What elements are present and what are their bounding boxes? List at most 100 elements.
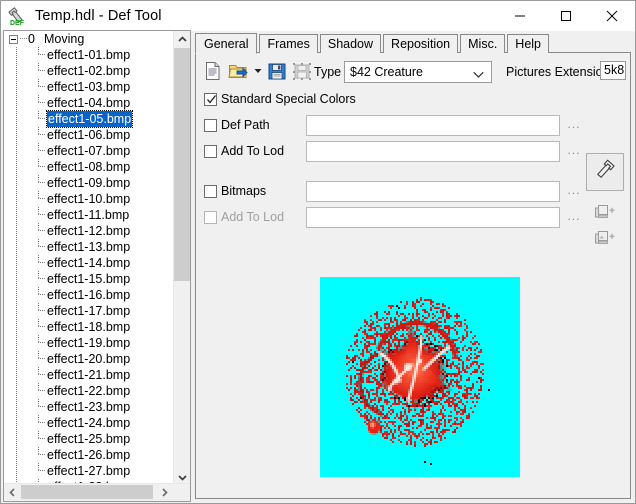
tree-item-label: effect1-07.bmp [47, 144, 131, 158]
svg-text:DEF: DEF [10, 20, 25, 27]
tree-guide-line [38, 166, 46, 167]
tab-general[interactable]: General [195, 33, 258, 54]
tree-item[interactable]: effect1-10.bmp [4, 191, 174, 207]
tree-item-label: effect1-25.bmp [47, 432, 131, 446]
tree-item[interactable]: effect1-20.bmp [4, 351, 174, 367]
tree-item[interactable]: effect1-03.bmp [4, 79, 174, 95]
tree-vertical-scroll-thumb[interactable] [174, 48, 190, 281]
tab-misc[interactable]: Misc. [460, 34, 506, 53]
tree-item[interactable]: effect1-19.bmp [4, 335, 174, 351]
tab-reposition[interactable]: Reposition [383, 34, 459, 53]
tree-item[interactable]: effect1-12.bmp [4, 223, 174, 239]
tree-item[interactable]: effect1-13.bmp [4, 239, 174, 255]
def-path-browse-button[interactable]: ... [566, 118, 582, 135]
tree-guide-line [38, 54, 46, 55]
tree-item[interactable]: effect1-08.bmp [4, 159, 174, 175]
tree-root-number: 0 [28, 32, 35, 46]
tree-item[interactable]: effect1-02.bmp [4, 63, 174, 79]
tree-guide-line [38, 438, 46, 439]
tab-frames[interactable]: Frames [259, 34, 318, 53]
tree-guide-line [16, 415, 17, 431]
tree-guide-line [38, 310, 46, 311]
open-dropdown-arrow-icon[interactable] [252, 60, 263, 82]
chevron-down-icon [473, 68, 484, 82]
tree-item[interactable]: effect1-05.bmp [4, 110, 174, 128]
tree-guide-line [38, 326, 46, 327]
tab-strip: General Frames Shadow Reposition Misc. Help [195, 32, 551, 54]
tree-item[interactable]: effect1-27.bmp [4, 463, 174, 479]
tree-item[interactable]: effect1-26.bmp [4, 447, 174, 463]
tree-guide-line [16, 271, 17, 287]
add-to-lod-checkbox-1[interactable] [204, 145, 217, 158]
tree-guide-line [16, 159, 17, 175]
scroll-left-icon[interactable] [4, 484, 21, 500]
tree-guide-line [38, 278, 46, 279]
tree-guide-line [38, 134, 46, 135]
add-image-secondary-icon [594, 230, 616, 255]
maximize-button[interactable] [543, 1, 589, 31]
tree-item[interactable]: effect1-22.bmp [4, 383, 174, 399]
minimize-button[interactable] [497, 1, 543, 31]
add-image-button-2[interactable] [592, 230, 618, 255]
save-as-icon[interactable] [291, 60, 313, 82]
tree-root-item[interactable]: 0 Moving [4, 31, 174, 47]
tree-horizontal-scroll-thumb[interactable] [21, 485, 153, 499]
tree-item-label: effect1-13.bmp [47, 240, 131, 254]
add-to-lod-input-1[interactable] [306, 141, 560, 162]
save-icon[interactable] [266, 60, 288, 82]
tree-guide-line [16, 239, 17, 255]
tree-guide-line [38, 406, 46, 407]
add-image-button-1[interactable] [592, 204, 618, 229]
tree-item[interactable]: effect1-01.bmp [4, 47, 174, 63]
tab-help[interactable]: Help [507, 34, 550, 53]
wrench-tool-button[interactable] [586, 153, 624, 191]
frame-tree-list[interactable]: 0 Moving effect1-01.bmp effect1-02.bmp effec… [4, 31, 174, 486]
tree-vertical-scrollbar[interactable] [173, 31, 190, 486]
close-button[interactable] [589, 1, 635, 31]
tree-item[interactable]: effect1-17.bmp [4, 303, 174, 319]
add-to-lod-browse-button-2[interactable]: ... [566, 210, 582, 227]
tree-item-label: effect1-04.bmp [47, 96, 131, 110]
tree-horizontal-scrollbar[interactable] [4, 483, 190, 501]
tree-item[interactable]: effect1-07.bmp [4, 143, 174, 159]
tree-item[interactable]: effect1-11.bmp [4, 207, 174, 223]
tab-shadow[interactable]: Shadow [319, 34, 382, 53]
bitmaps-input[interactable] [306, 181, 560, 202]
frame-tree-panel[interactable]: 0 Moving effect1-01.bmp effect1-02.bmp effec… [3, 30, 191, 502]
new-document-icon[interactable] [202, 60, 224, 82]
pictures-extension-input[interactable]: 5k8 [600, 61, 626, 80]
tree-item[interactable]: effect1-24.bmp [4, 415, 174, 431]
tree-item[interactable]: effect1-04.bmp [4, 95, 174, 111]
tree-guide-line [16, 319, 17, 335]
bitmaps-label: Bitmaps [221, 184, 267, 198]
tree-item[interactable]: effect1-14.bmp [4, 255, 174, 271]
tree-item[interactable]: effect1-16.bmp [4, 287, 174, 303]
bitmaps-checkbox[interactable] [204, 185, 217, 198]
def-path-input[interactable] [306, 115, 560, 136]
def-path-checkbox[interactable] [204, 119, 217, 132]
tree-item[interactable]: effect1-15.bmp [4, 271, 174, 287]
add-to-lod-checkbox-2 [204, 211, 217, 224]
standard-special-colors-checkbox[interactable] [204, 93, 217, 106]
def-tool-window: DEF Temp.hdl - Def Tool 0 Moving effect1-0… [0, 0, 636, 504]
add-image-icon [594, 204, 616, 229]
tree-collapse-box[interactable] [9, 35, 18, 44]
tree-guide-line [38, 342, 46, 343]
standard-special-colors-label: Standard Special Colors [221, 92, 356, 106]
scroll-up-icon[interactable] [174, 31, 190, 48]
bitmaps-browse-button[interactable]: ... [566, 184, 582, 201]
tree-item[interactable]: effect1-25.bmp [4, 431, 174, 447]
tree-guide-line [16, 303, 17, 319]
def-path-label: Def Path [221, 118, 270, 132]
tree-item[interactable]: effect1-18.bmp [4, 319, 174, 335]
tree-item[interactable]: effect1-23.bmp [4, 399, 174, 415]
open-folder-icon[interactable] [227, 60, 249, 82]
tree-item[interactable]: effect1-21.bmp [4, 367, 174, 383]
tree-item[interactable]: effect1-06.bmp [4, 127, 174, 143]
tree-guide-line [38, 86, 46, 87]
type-select[interactable]: $42 Creature [344, 61, 492, 83]
scroll-right-icon[interactable] [156, 484, 173, 500]
tree-item[interactable]: effect1-09.bmp [4, 175, 174, 191]
add-to-lod-browse-button-1[interactable]: ... [566, 144, 582, 161]
tree-connector [20, 38, 28, 39]
